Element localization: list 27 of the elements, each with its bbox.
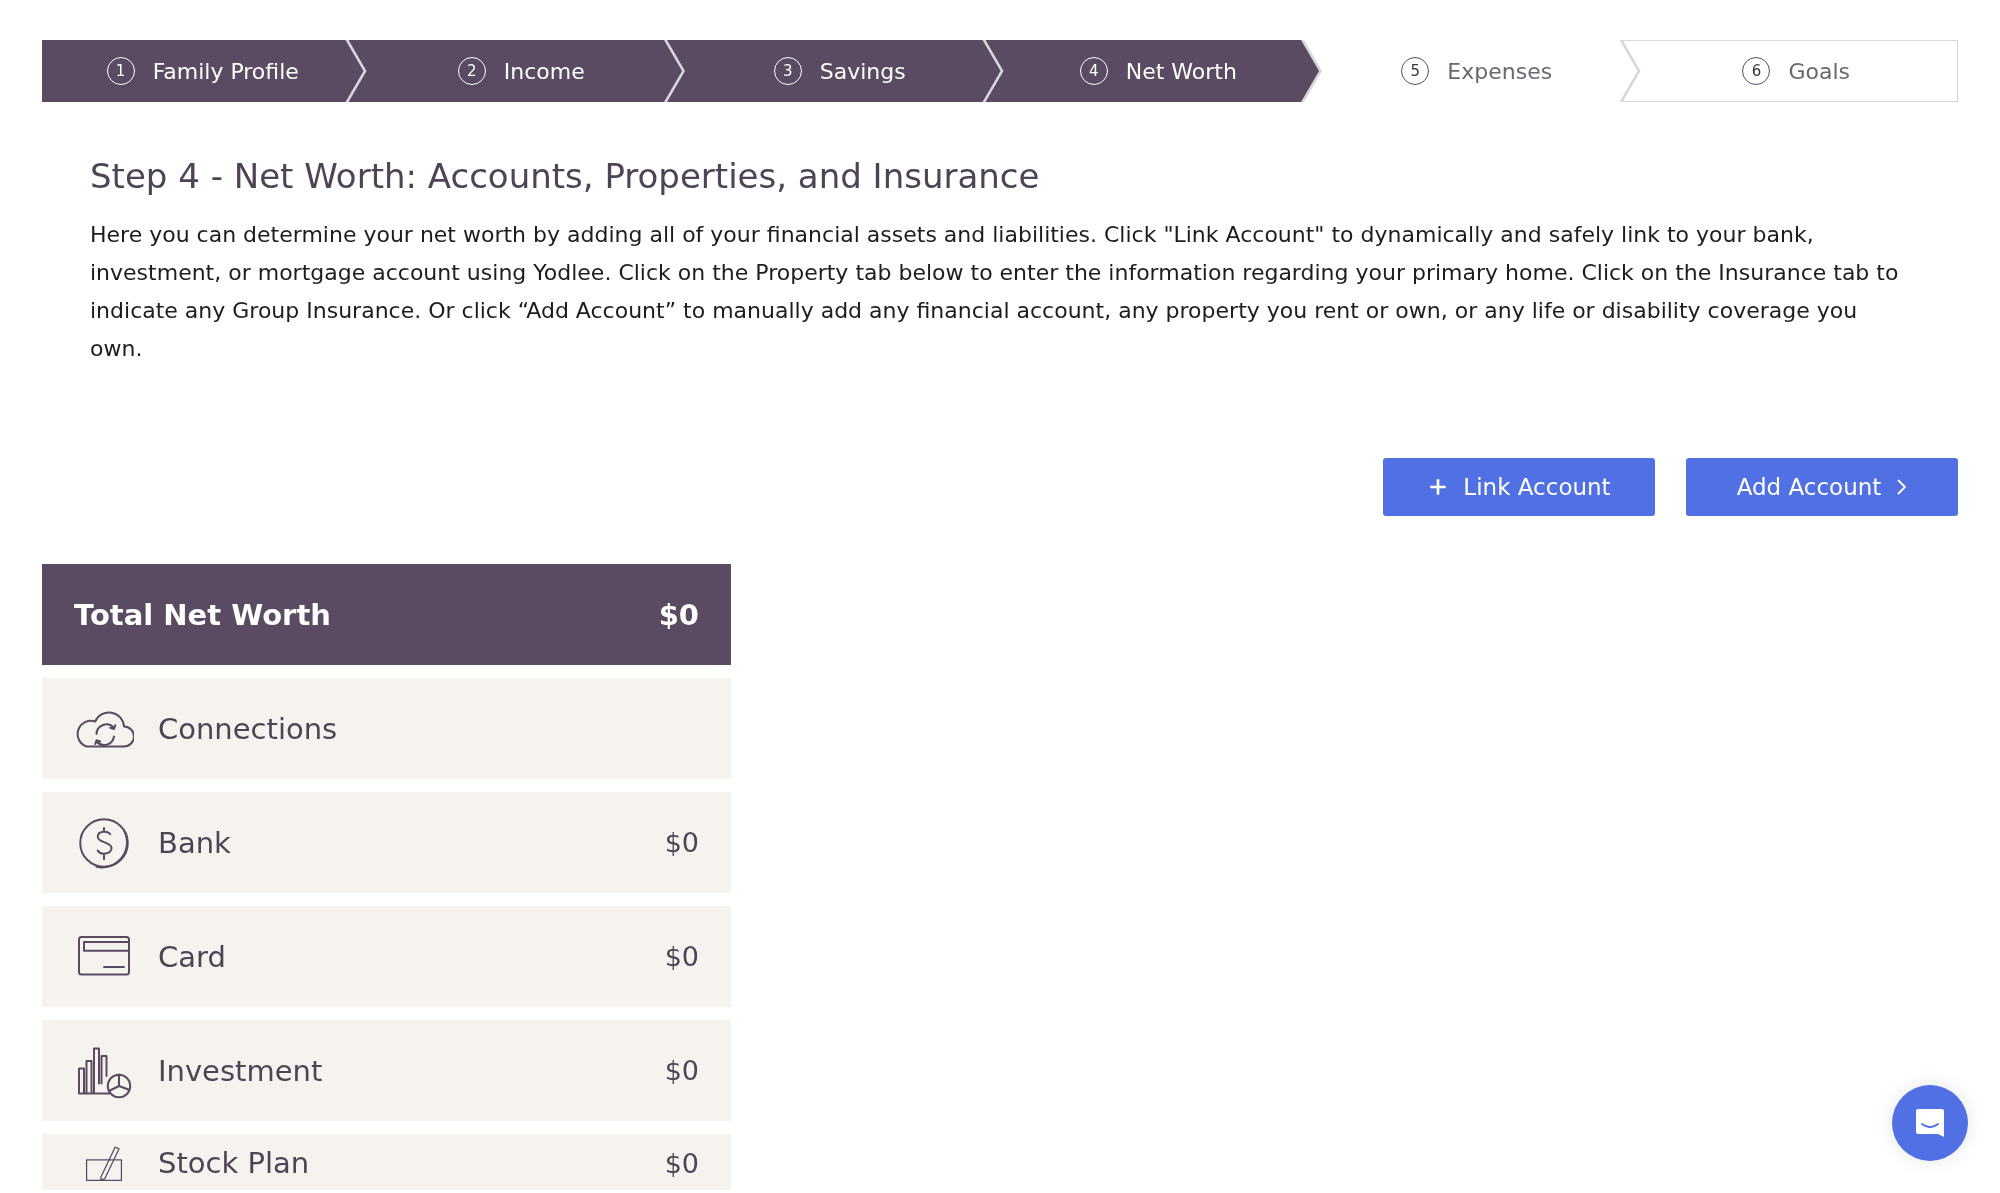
step-tab[interactable]: 1 Family Profile <box>42 40 364 102</box>
category-value: $0 <box>664 1147 699 1179</box>
step-tab[interactable]: 2 Income <box>348 40 682 102</box>
intro-paragraph: Here you can determine your net worth by adding all of your financial assets and liabilities. Click "Link Account" to dynamically and safely link to your bank, investment, or mortgage account using Yodlee. Click on the Property tab below to enter the information regarding your primary home. Click on the Insurance tab to indicate any Group Insurance. Or click “Add Account” to manually add any financial account, any property you rent or own, or any life or disability coverage you own. <box>90 221 1900 363</box>
page-heading: Step 4 - Net Worth: Accounts, Properties, and Insurance <box>90 156 1041 196</box>
add-account-button[interactable]: Add Account <box>1686 458 1958 516</box>
category-label: Stock Plan <box>158 1146 311 1180</box>
total-label: Total Net Worth <box>74 597 331 632</box>
step-tab[interactable]: 6 Goals <box>1622 40 1958 102</box>
step-tab[interactable]: 3 Savings <box>667 40 1001 102</box>
chevron-right-icon <box>1895 477 1908 497</box>
step-tab[interactable]: 5 Expenses <box>1304 40 1638 102</box>
link-account-button[interactable]: Link Account <box>1383 458 1655 516</box>
category-row[interactable]: Investment $0 <box>42 1020 731 1121</box>
category-row[interactable]: Stock Plan $0 <box>42 1134 731 1190</box>
category-label: Connections <box>158 711 339 746</box>
category-value: $0 <box>664 827 699 858</box>
total-value: $0 <box>658 597 699 632</box>
category-label: Bank <box>158 825 232 860</box>
category-label: Investment <box>158 1053 324 1088</box>
category-row[interactable]: Bank $0 <box>42 792 731 893</box>
step-tab[interactable]: 4 Net Worth <box>985 40 1319 102</box>
category-value: $0 <box>664 941 699 972</box>
category-value: $0 <box>664 1055 699 1086</box>
category-label: Card <box>158 939 227 974</box>
category-row[interactable]: Connections <box>42 678 731 779</box>
category-row[interactable]: Card $0 <box>42 906 731 1007</box>
